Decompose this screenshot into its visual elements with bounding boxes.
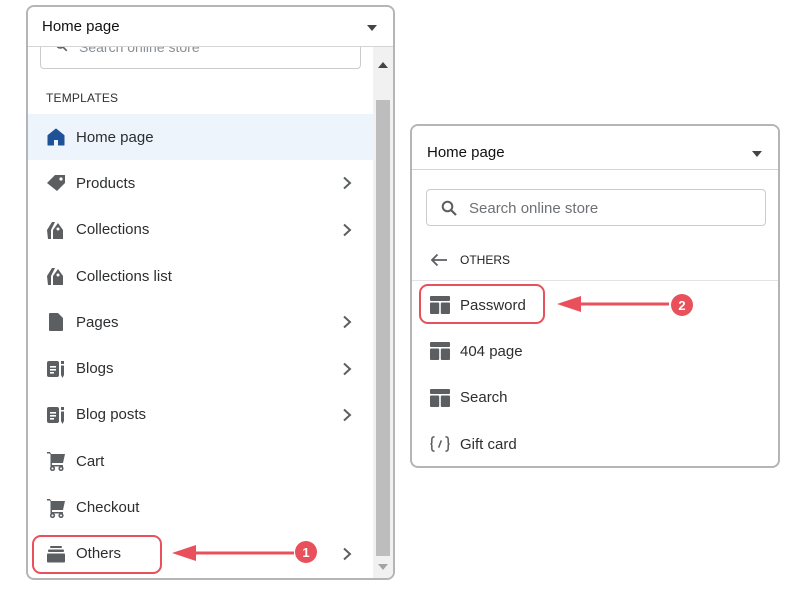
archive-icon	[46, 544, 66, 564]
template-item-label: 404 page	[460, 342, 523, 360]
search-input[interactable]: Search online store	[426, 189, 766, 226]
template-item-products[interactable]: Products	[28, 160, 373, 206]
annotation-arrow-2	[557, 296, 669, 312]
template-item-label: Blogs	[76, 360, 114, 378]
cart-icon	[46, 451, 66, 472]
search-placeholder: Search online store	[79, 47, 200, 55]
search-placeholder: Search online store	[469, 200, 599, 217]
search-icon	[441, 200, 457, 216]
blog-icon	[46, 359, 66, 379]
template-item-label: Collections list	[76, 267, 172, 285]
code-icon	[430, 434, 450, 454]
back-button[interactable]: OTHERS	[430, 250, 510, 270]
template-item-collections[interactable]: Collections	[28, 207, 373, 253]
selected-template-label: Home page	[42, 18, 120, 35]
chevron-right-icon	[343, 547, 352, 561]
tag-icon	[46, 173, 66, 193]
template-item-label: Gift card	[460, 435, 517, 453]
collection-tags-icon	[46, 266, 66, 286]
blog-icon	[46, 405, 66, 425]
layout-icon	[430, 388, 450, 408]
template-item-label: Pages	[76, 313, 119, 331]
caret-down-icon	[367, 25, 377, 31]
scrollbar-thumb[interactable]	[376, 100, 390, 556]
template-item-blogs[interactable]: Blogs	[28, 345, 373, 391]
scrollbar[interactable]	[373, 47, 393, 578]
template-item-label: Cart	[76, 452, 105, 470]
template-item-gift-card[interactable]: Gift card	[412, 421, 778, 466]
scroll-down-arrow-icon[interactable]	[378, 564, 388, 570]
home-icon	[46, 127, 66, 147]
template-item-label: Collections	[76, 221, 150, 239]
template-selector-dropdown[interactable]: Home page	[412, 126, 778, 170]
template-item-label: Blog posts	[76, 406, 147, 424]
template-item-cart[interactable]: Cart	[28, 438, 373, 484]
template-list: Home page Products Collections Collectio…	[28, 114, 373, 577]
template-selector-panel-left: Home page Search online store TEMPLATES …	[26, 5, 395, 580]
page-icon	[46, 312, 66, 332]
template-item-label: Others	[76, 545, 122, 563]
template-item-label: Home page	[76, 128, 154, 146]
collection-tags-icon	[46, 220, 66, 240]
chevron-right-icon	[343, 408, 352, 422]
layout-icon	[430, 341, 450, 361]
template-item-blog-posts[interactable]: Blog posts	[28, 392, 373, 438]
chevron-right-icon	[343, 316, 352, 329]
step-badge-2: 2	[671, 294, 693, 316]
template-item-label: Products	[76, 174, 136, 192]
scroll-up-arrow-icon[interactable]	[378, 62, 388, 68]
template-item-home-page[interactable]: Home page	[28, 114, 373, 161]
template-item-pages[interactable]: Pages	[28, 299, 373, 345]
chevron-right-icon	[343, 177, 352, 190]
template-selector-dropdown[interactable]: Home page	[28, 7, 393, 47]
template-item-checkout[interactable]: Checkout	[28, 484, 373, 530]
template-item-search[interactable]: Search	[412, 375, 778, 421]
back-label-others: OTHERS	[460, 253, 511, 267]
template-item-collections-list[interactable]: Collections list	[28, 253, 373, 299]
section-label-templates: TEMPLATES	[46, 91, 119, 105]
caret-down-icon	[752, 151, 762, 157]
selected-template-label: Home page	[427, 144, 505, 161]
chevron-right-icon	[343, 223, 352, 236]
search-input[interactable]: Search online store	[40, 47, 361, 69]
divider	[412, 280, 778, 281]
layout-icon	[430, 295, 450, 315]
chevron-right-icon	[343, 362, 352, 375]
search-icon	[56, 47, 68, 52]
annotation-arrow-1	[172, 545, 294, 561]
cart-icon	[46, 498, 66, 518]
template-item-label: Password	[460, 296, 526, 314]
arrow-left-icon	[430, 253, 447, 267]
template-item-label: Checkout	[76, 499, 140, 517]
step-badge-1: 1	[295, 541, 317, 563]
template-item-label: Search	[460, 389, 508, 407]
template-item-404-page[interactable]: 404 page	[412, 328, 778, 374]
